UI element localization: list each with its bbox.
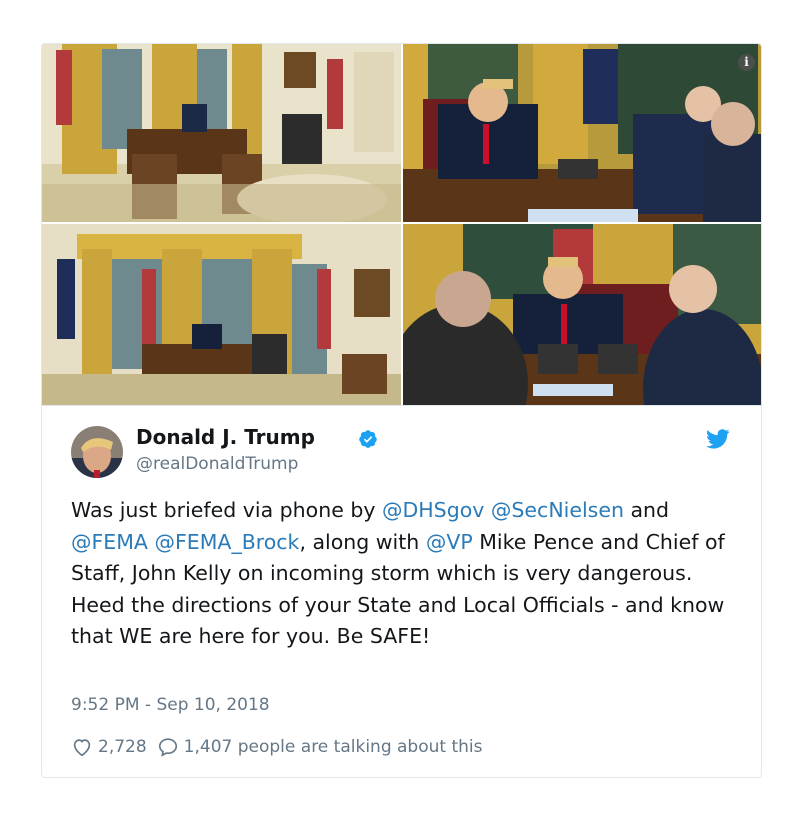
twitter-bird-icon[interactable] (706, 429, 730, 449)
tweet-text-segment: Was just briefed via phone by (71, 498, 382, 522)
like-count[interactable]: 2,728 (98, 737, 147, 757)
info-icon[interactable]: i (738, 54, 755, 71)
verified-badge-icon (359, 430, 377, 448)
tweet-text: Was just briefed via phone by @DHSgov @S… (71, 495, 741, 653)
mention-link[interactable]: @DHSgov (382, 498, 484, 522)
author-handle[interactable]: @realDonaldTrump (136, 454, 298, 474)
conversation-link[interactable]: 1,407 people are talking about this (184, 737, 483, 757)
avatar[interactable] (71, 426, 123, 478)
mention-link[interactable]: @SecNielsen (491, 498, 624, 522)
tweet-timestamp[interactable]: 9:52 PM - Sep 10, 2018 (71, 695, 270, 715)
tweet-text-segment: and (623, 498, 670, 522)
speech-bubble-icon[interactable] (157, 736, 179, 758)
photo-1[interactable] (42, 44, 401, 222)
author-name[interactable]: Donald J. Trump (136, 425, 315, 449)
photo-2[interactable]: i (403, 44, 761, 222)
divider (42, 405, 761, 406)
heart-icon[interactable] (71, 736, 93, 758)
photo-3[interactable] (42, 224, 401, 405)
photo-4[interactable] (403, 224, 761, 405)
tweet-text-segment: , along with (299, 529, 426, 554)
mention-link[interactable]: @VP (426, 530, 473, 554)
tweet-card[interactable]: i Donald J. Trump @realDonaldTrump Was j… (41, 43, 762, 778)
photo-grid: i (42, 44, 761, 405)
mention-link[interactable]: @FEMA_Brock (155, 530, 300, 554)
engagement-bar: 2,728 1,407 people are talking about thi… (71, 735, 482, 759)
mention-link[interactable]: @FEMA (71, 530, 148, 554)
